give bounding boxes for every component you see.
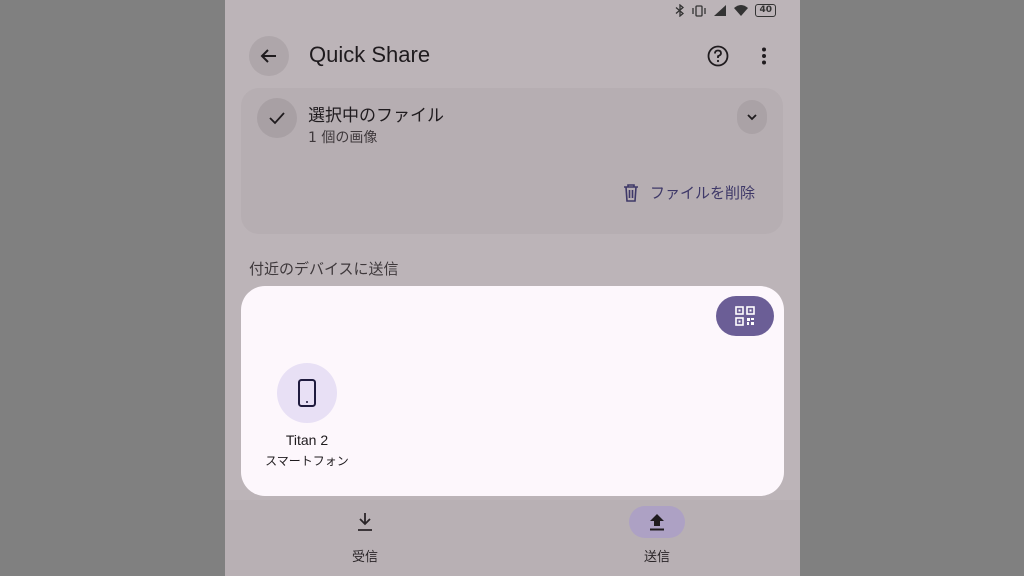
nav-send-icon-wrap (629, 506, 685, 538)
delete-files-button[interactable]: ファイルを削除 (622, 182, 755, 203)
device-titan-2[interactable]: Titan 2 スマートフォン (261, 363, 353, 469)
more-options-button[interactable] (756, 42, 772, 70)
device-name: Titan 2 (285, 432, 329, 448)
nearby-section-label: 付近のデバイスに送信 (249, 260, 399, 278)
signal-icon (714, 5, 727, 16)
download-icon (358, 513, 372, 531)
phone-screen: 40 Quick Share 選択中のファイル 1 個の画像 ファイルを削除 付… (225, 0, 800, 576)
selected-files-count: 1 個の画像 (308, 130, 378, 146)
status-icons: 40 (675, 4, 776, 17)
bottom-navigation: 受信 送信 (225, 500, 800, 576)
help-icon (707, 45, 729, 67)
back-button[interactable] (249, 36, 289, 76)
delete-files-label: ファイルを削除 (649, 184, 755, 202)
help-button[interactable] (704, 42, 732, 70)
selected-files-card: 選択中のファイル 1 個の画像 ファイルを削除 (241, 88, 783, 234)
wifi-icon (734, 5, 749, 16)
selected-files-title: 選択中のファイル (308, 106, 444, 126)
app-bar: Quick Share (225, 34, 800, 78)
nav-receive-label: 受信 (351, 550, 378, 565)
check-badge (257, 98, 297, 138)
battery-indicator: 40 (755, 4, 776, 17)
trash-icon (623, 183, 638, 202)
upload-icon (650, 514, 664, 531)
page-title: Quick Share (309, 42, 431, 67)
smartphone-icon (298, 379, 316, 407)
bluetooth-icon (676, 4, 685, 17)
arrow-back-icon (260, 49, 276, 63)
expand-files-button[interactable] (737, 100, 767, 134)
nav-receive[interactable]: 受信 (325, 506, 405, 565)
nav-send-label: 送信 (643, 550, 670, 565)
chevron-down-icon (747, 114, 757, 121)
vibrate-icon (692, 4, 707, 17)
status-bar: 40 (225, 0, 800, 26)
more-vert-icon (762, 47, 766, 65)
check-icon (269, 112, 285, 125)
nav-send[interactable]: 送信 (617, 506, 697, 565)
qr-code-button[interactable] (716, 296, 774, 336)
device-avatar (277, 363, 337, 423)
nav-receive-icon-wrap (337, 506, 393, 538)
qr-code-icon (735, 306, 755, 326)
nearby-devices-card: Titan 2 スマートフォン (241, 286, 784, 496)
device-type: スマートフォン (265, 454, 349, 468)
